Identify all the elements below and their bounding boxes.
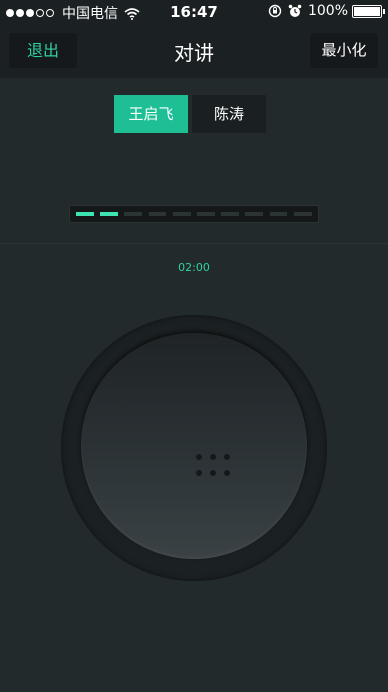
volume-segment: [172, 212, 191, 216]
talk-button-ring: [61, 315, 327, 581]
volume-segment: [148, 212, 167, 216]
talk-panel: 02:00: [0, 245, 388, 692]
volume-segment: [221, 212, 239, 216]
volume-segment: [293, 212, 312, 216]
grip-dot: [210, 470, 216, 476]
intercom-screen: 中国电信 16:47 100% 退出 对讲 最小化 王启飞 陈涛 02:00: [0, 0, 388, 692]
volume-meter: [69, 205, 319, 223]
volume-segment: [197, 212, 215, 216]
battery-percent: 100%: [307, 3, 348, 19]
status-right: 100%: [268, 3, 385, 19]
grip-dot: [210, 454, 216, 460]
participant-panel: 王启飞 陈涛: [0, 78, 388, 244]
grip-dots-icon: [196, 454, 234, 478]
volume-segment: [269, 212, 288, 216]
tab-chen-tao[interactable]: 陈涛: [192, 95, 266, 133]
tab-wang-qifei[interactable]: 王启飞: [114, 95, 188, 133]
grip-dot: [196, 470, 202, 476]
volume-segment: [245, 212, 264, 216]
rotation-lock-icon: [268, 4, 282, 18]
grip-dot: [196, 454, 202, 460]
status-bar: 中国电信 16:47 100%: [0, 0, 388, 24]
volume-segment: [76, 212, 94, 216]
talk-timer: 02:00: [178, 261, 210, 274]
nav-bar: 退出 对讲 最小化: [0, 24, 388, 78]
volume-segment: [100, 212, 118, 216]
battery-icon: [352, 4, 385, 18]
volume-segment: [124, 212, 143, 216]
participant-tabs: 王启飞 陈涛: [114, 95, 266, 133]
grip-dot: [224, 454, 230, 460]
alarm-icon: [288, 4, 302, 17]
push-to-talk-button[interactable]: [81, 333, 307, 559]
minimize-button[interactable]: 最小化: [310, 33, 378, 68]
battery-fill: [354, 6, 380, 16]
grip-dot: [224, 470, 230, 476]
